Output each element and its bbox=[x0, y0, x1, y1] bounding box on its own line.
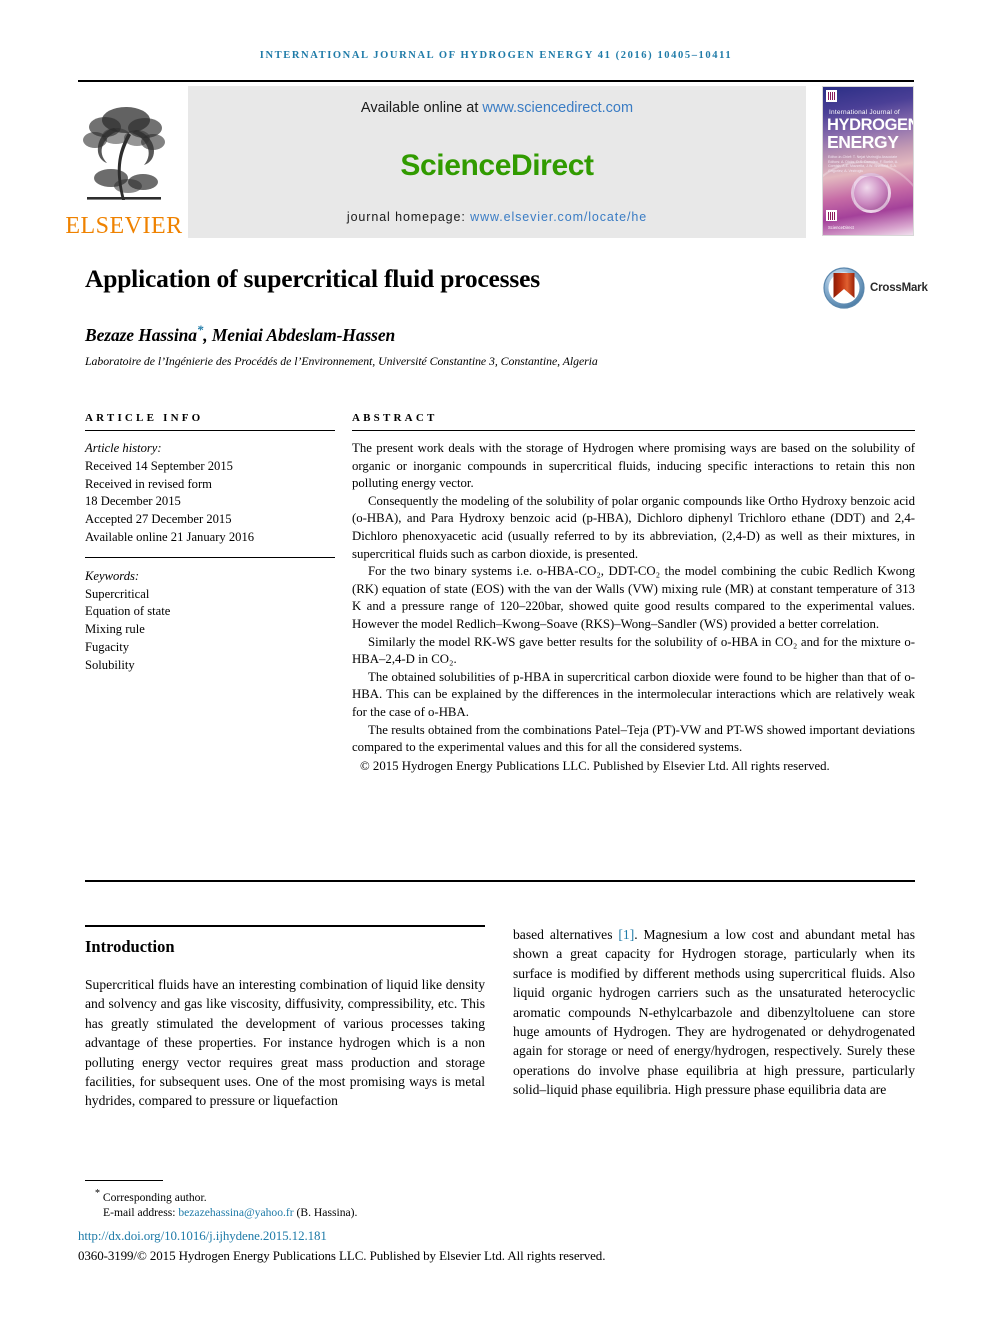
email-link[interactable]: bezazehassina@yahoo.fr bbox=[178, 1206, 293, 1219]
abstract-block: ABSTRACT The present work deals with the… bbox=[352, 412, 915, 775]
body-text-pre: based alternatives bbox=[513, 927, 619, 942]
article-info-rule bbox=[85, 430, 335, 431]
abstract-paragraph: The obtained solubilities of p-HBA in su… bbox=[352, 669, 915, 719]
article-history-item: Accepted 27 December 2015 bbox=[85, 512, 232, 527]
available-online-line: Available online at www.sciencedirect.co… bbox=[361, 100, 633, 116]
abstract-rule bbox=[352, 430, 915, 431]
citation-reference-1[interactable]: [1] bbox=[618, 927, 634, 942]
elsevier-wordmark: ELSEVIER bbox=[65, 213, 183, 239]
crossmark-icon bbox=[823, 267, 865, 309]
author-affiliation: Laboratoire de l’Ingénierie des Procédés… bbox=[85, 354, 598, 368]
article-info-heading: ARTICLE INFO bbox=[85, 412, 204, 424]
abstract-heading: ABSTRACT bbox=[352, 412, 438, 424]
author-primary: Bezaze Hassina bbox=[85, 324, 197, 345]
cover-sciencedirect-brand: ScienceDirect bbox=[828, 224, 854, 230]
article-history-item: Received in revised form bbox=[85, 476, 212, 491]
abstract-paragraph: The results obtained from the combinatio… bbox=[352, 722, 915, 755]
body-paragraph: Supercritical fluids have an interesting… bbox=[85, 977, 485, 1109]
sciencedirect-url-link[interactable]: www.sciencedirect.com bbox=[482, 100, 633, 116]
article-title: Application of supercritical fluid proce… bbox=[85, 264, 540, 293]
abstract-paragraph: Similarly the model RK-WS gave better re… bbox=[352, 634, 915, 667]
cover-sphere-graphic bbox=[851, 173, 891, 213]
article-history-item: Received 14 September 2015 bbox=[85, 458, 233, 473]
keyword-item: Solubility bbox=[85, 657, 135, 672]
cover-title-energy: ENERGY bbox=[827, 132, 899, 152]
elsevier-tree-icon bbox=[81, 100, 167, 212]
abstract-paragraph: Consequently the modeling of the solubil… bbox=[352, 493, 915, 561]
journal-homepage-link[interactable]: www.elsevier.com/locate/he bbox=[470, 210, 647, 224]
author-secondary: , Meniai Abdeslam-Hassen bbox=[203, 324, 396, 345]
email-note: E-mail address: bezazehassina@yahoo.fr (… bbox=[85, 1205, 525, 1220]
cover-badge-bottom-icon bbox=[826, 210, 837, 221]
body-column-left: Introduction Supercritical fluids have a… bbox=[85, 925, 485, 1111]
available-online-text: Available online at bbox=[360, 100, 483, 116]
crossmark-label: CrossMark bbox=[870, 282, 928, 294]
article-page: International Journal of Hydrogen Energy… bbox=[0, 0, 992, 1323]
body-column-right: based alternatives [1]. Magnesium a low … bbox=[513, 925, 915, 1100]
keywords-label: Keywords: bbox=[85, 568, 140, 583]
footnote-rule bbox=[85, 1180, 163, 1181]
cover-badge-top-icon bbox=[826, 90, 837, 102]
footnote-block: * Corresponding author. E-mail address: … bbox=[85, 1180, 525, 1220]
doi-link[interactable]: http://dx.doi.org/10.1016/j.ijhydene.201… bbox=[78, 1228, 327, 1244]
cover-journal-prefix: International Journal of bbox=[829, 109, 900, 116]
journal-cover-thumbnail: International Journal of HYDROGEN ENERGY… bbox=[822, 86, 914, 236]
journal-homepage-line: journal homepage: www.elsevier.com/locat… bbox=[347, 210, 647, 224]
section-heading-introduction: Introduction bbox=[85, 937, 175, 956]
elsevier-logo: ELSEVIER bbox=[65, 86, 182, 238]
abstract-copyright: © 2015 Hydrogen Energy Publications LLC.… bbox=[360, 758, 830, 773]
footnote-marker: * bbox=[95, 1188, 100, 1199]
body-paragraph: based alternatives [1]. Magnesium a low … bbox=[513, 925, 915, 1100]
article-history-item: Available online 21 January 2016 bbox=[85, 529, 255, 544]
issn-copyright-line: 0360-3199/© 2015 Hydrogen Energy Publica… bbox=[78, 1248, 606, 1263]
journal-homepage-label: journal homepage: bbox=[346, 210, 471, 224]
email-suffix: (B. Hassina). bbox=[293, 1206, 358, 1220]
sciencedirect-logo[interactable]: ScienceDirect bbox=[400, 149, 594, 183]
crossmark-badge[interactable]: CrossMark bbox=[823, 266, 928, 310]
email-label: E-mail address: bbox=[103, 1206, 179, 1220]
section-rule bbox=[85, 925, 485, 927]
cover-editors-text: Editor-in-Chief: T. Nejat Veziroğlu Asso… bbox=[828, 155, 899, 173]
keyword-item: Equation of state bbox=[85, 604, 171, 619]
corresponding-author-text: Corresponding author. bbox=[102, 1190, 207, 1204]
sciencedirect-banner: Available online at www.sciencedirect.co… bbox=[188, 86, 806, 238]
corresponding-author-note: * Corresponding author. bbox=[85, 1186, 525, 1205]
keyword-item: Mixing rule bbox=[85, 622, 145, 637]
article-info-block: ARTICLE INFO Article history: Received 1… bbox=[85, 412, 335, 675]
keyword-item: Fugacity bbox=[85, 639, 130, 654]
abstract-bottom-divider bbox=[85, 880, 915, 882]
running-head: International Journal of Hydrogen Energy… bbox=[259, 50, 733, 61]
journal-masthead: ELSEVIER Available online at www.science… bbox=[65, 80, 914, 240]
abstract-paragraph: For the two binary systems i.e. o-HBA-CO… bbox=[352, 564, 915, 631]
keyword-item: Supercritical bbox=[85, 586, 150, 601]
body-text-post: . Magnesium a low cost and abundant meta… bbox=[513, 927, 915, 1098]
keywords-rule bbox=[85, 556, 335, 558]
author-list: Bezaze Hassina*, Meniai Abdeslam-Hassen bbox=[85, 322, 825, 346]
article-history-item: 18 December 2015 bbox=[85, 494, 181, 509]
abstract-paragraph: The present work deals with the storage … bbox=[352, 441, 915, 491]
article-history-label: Article history: bbox=[85, 441, 162, 455]
